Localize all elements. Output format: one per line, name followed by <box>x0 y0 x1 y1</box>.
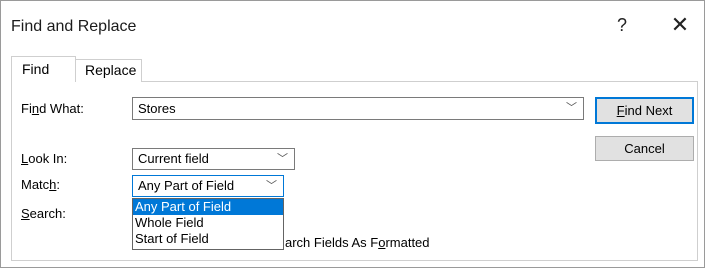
chevron-down-icon[interactable]: ﹀ <box>566 98 577 119</box>
tab-replace[interactable]: Replace <box>76 59 142 82</box>
match-dropdown-list: Any Part of Field Whole Field Start of F… <box>132 198 284 250</box>
look-in-label: Look In: <box>21 151 68 166</box>
find-what-value: Stores <box>138 101 176 116</box>
find-next-button[interactable]: Find Next <box>595 97 694 124</box>
match-option-any-part[interactable]: Any Part of Field <box>133 199 283 215</box>
tab-find[interactable]: Find <box>11 56 76 82</box>
match-option-start-of-field[interactable]: Start of Field <box>133 231 283 247</box>
search-fields-formatted-label[interactable]: arch Fields As Formatted <box>285 235 430 250</box>
find-what-label: Find What: <box>21 101 84 116</box>
look-in-value: Current field <box>138 151 209 166</box>
look-in-select[interactable]: Current field ﹀ <box>132 148 295 170</box>
search-label: Search: <box>21 206 66 221</box>
match-value: Any Part of Field <box>138 178 235 193</box>
close-button[interactable]: ✕ <box>665 12 695 38</box>
cancel-button[interactable]: Cancel <box>595 136 694 161</box>
match-label: Match: <box>21 177 61 192</box>
match-option-whole-field[interactable]: Whole Field <box>133 215 283 231</box>
match-select[interactable]: Any Part of Field ﹀ <box>132 175 284 197</box>
dialog-title: Find and Replace <box>11 18 137 35</box>
chevron-down-icon[interactable]: ﹀ <box>266 176 277 196</box>
find-what-input[interactable]: Stores ﹀ <box>132 97 584 120</box>
find-replace-dialog: Find and Replace ? ✕ Find Replace Find W… <box>0 0 705 268</box>
help-button[interactable]: ? <box>607 12 637 38</box>
chevron-down-icon[interactable]: ﹀ <box>277 149 288 169</box>
